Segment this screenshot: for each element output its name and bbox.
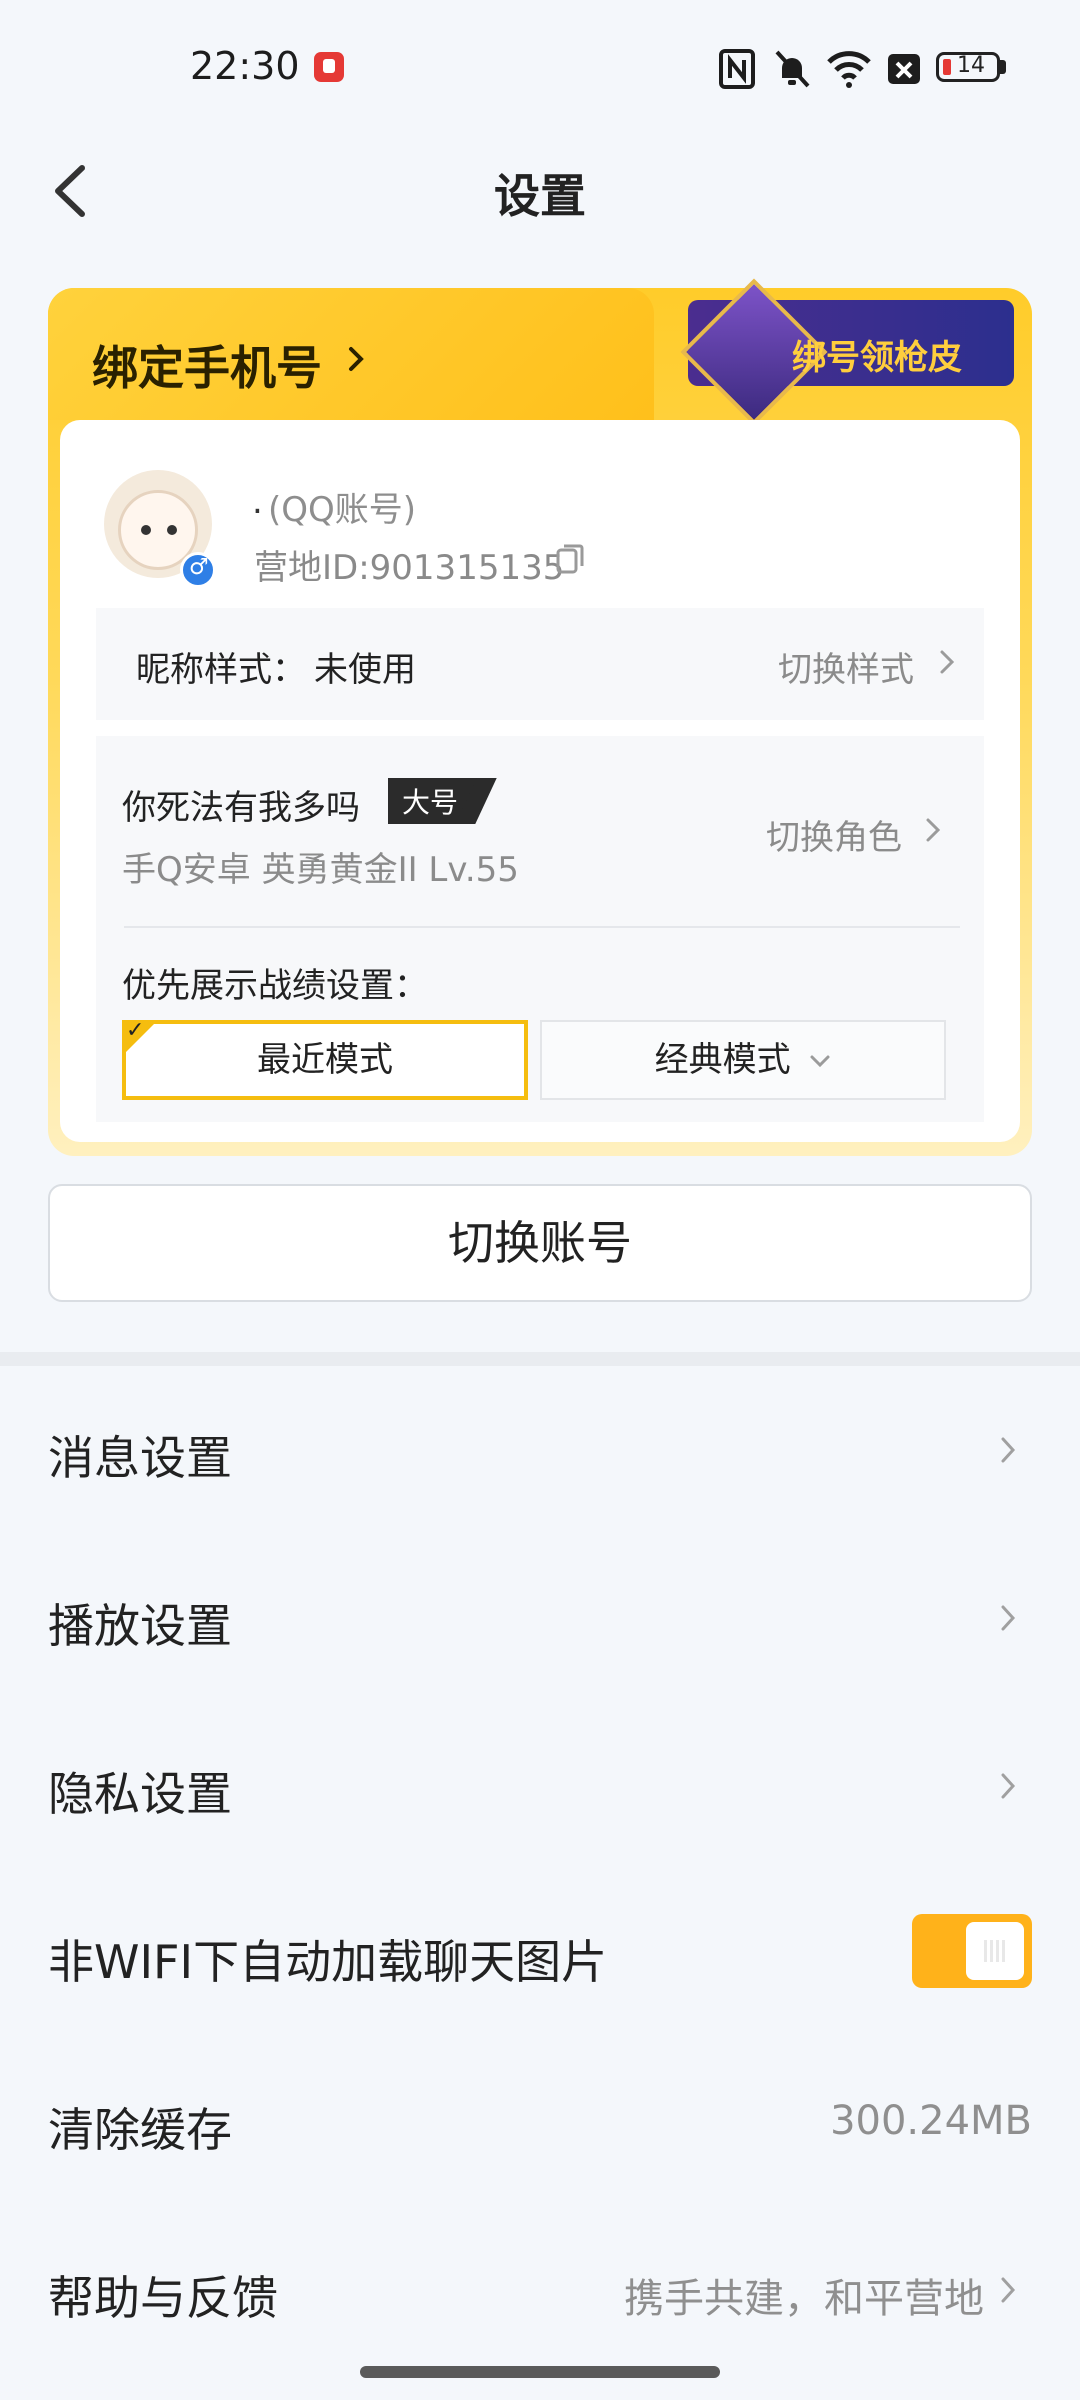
status-time: 22:30: [190, 44, 300, 88]
toggle-grip-icon: [984, 1940, 1006, 1962]
bind-phone-link[interactable]: 绑定手机号: [92, 332, 322, 398]
bell-muted-icon: [775, 50, 810, 88]
status-bar: 22:30 14: [0, 0, 1080, 130]
chevron-right-icon: [1001, 1773, 1016, 1799]
help-slogan: 携手共建，和平营地: [624, 2276, 984, 2322]
sim-x-icon: [888, 54, 920, 84]
setting-row-playback[interactable]: 播放设置: [0, 1534, 1080, 1702]
nickname-style-value: 未使用: [314, 650, 416, 690]
chevron-right-icon: [926, 818, 941, 842]
classic-mode-button[interactable]: 经典模式: [540, 1020, 946, 1100]
switch-account-button[interactable]: 切换账号: [48, 1184, 1032, 1302]
chevron-right-icon: [940, 650, 955, 674]
classic-mode-label: 经典模式: [654, 1040, 791, 1080]
setting-label: 帮助与反馈: [48, 2271, 278, 2325]
setting-row-message[interactable]: 消息设置: [0, 1366, 1080, 1534]
avatar-eye: [167, 525, 177, 535]
chevron-right-icon: [349, 347, 364, 371]
male-gender-icon: [180, 552, 216, 588]
priority-display-label: 优先展示战绩设置：: [122, 966, 428, 1006]
check-icon: ✓: [126, 1018, 145, 1043]
wifi-icon: [827, 51, 871, 88]
switch-role-link[interactable]: 切换角色: [766, 810, 902, 859]
setting-label: 消息设置: [48, 1431, 232, 1485]
nickname-style-label: 昵称样式：: [136, 650, 306, 690]
chevron-right-icon: [1001, 1437, 1016, 1463]
chevron-right-icon: [1001, 1605, 1016, 1631]
setting-row-help-feedback[interactable]: 帮助与反馈 携手共建，和平营地: [0, 2206, 1080, 2374]
chevron-down-icon: [810, 1055, 830, 1067]
chevron-right-icon: [1001, 2277, 1016, 2303]
role-name: 你死法有我多吗: [122, 788, 360, 828]
account-type: (QQ账号): [268, 490, 417, 530]
app-notification-icon: [314, 52, 344, 82]
switch-style-link[interactable]: 切换样式: [778, 642, 914, 691]
setting-label: 非WIFI下自动加载聊天图片: [48, 1935, 608, 1989]
main-account-tag-label: 大号: [402, 786, 459, 819]
battery-tip: [1000, 60, 1006, 74]
cache-size: 300.24MB: [830, 2098, 1032, 2144]
battery-level: 14: [957, 53, 985, 78]
copy-icon[interactable]: [556, 544, 584, 576]
recent-mode-button[interactable]: 最近模式: [122, 1020, 528, 1100]
setting-label: 播放设置: [48, 1599, 232, 1653]
nickname: .: [252, 482, 263, 522]
section-divider: [0, 1352, 1080, 1366]
avatar-eye: [141, 525, 151, 535]
role-meta: 手Q安卓 英勇黄金II Lv.55: [122, 850, 519, 890]
battery-icon: 14: [936, 52, 1000, 82]
setting-row-privacy[interactable]: 隐私设置: [0, 1702, 1080, 1870]
nfc-icon: [719, 49, 755, 89]
setting-row-clear-cache[interactable]: 清除缓存 300.24MB: [0, 2038, 1080, 2206]
divider: [124, 926, 960, 928]
promo-label[interactable]: 绑号领枪皮: [792, 330, 962, 379]
battery-fill: [943, 59, 951, 75]
camp-id: 营地ID:901315135: [254, 548, 565, 588]
page-title: 设置: [494, 169, 586, 223]
setting-label: 隐私设置: [48, 1767, 232, 1821]
setting-label: 清除缓存: [48, 2103, 232, 2157]
home-indicator[interactable]: [360, 2366, 720, 2378]
